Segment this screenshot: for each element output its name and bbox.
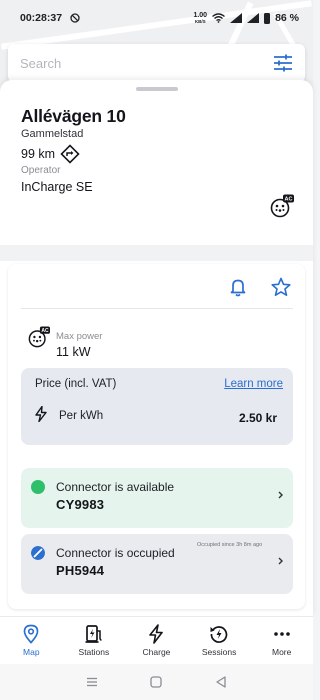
connector-id: CY9983 (56, 497, 105, 512)
connector-status: Connector is available (56, 480, 175, 494)
nav-label: More (271, 647, 292, 657)
details-card: AC Max power 11 kW Price (incl. VAT) Lea… (8, 264, 305, 609)
recent-apps-icon[interactable] (85, 675, 99, 689)
search-input[interactable]: Search (20, 56, 273, 71)
occupied-since: Occupied since 3h 8m ago (197, 542, 263, 548)
max-power-label: Max power (56, 331, 103, 342)
chevron-right-icon (278, 491, 283, 499)
nav-label: Map (23, 647, 40, 657)
battery-icon (264, 12, 271, 24)
nav-item-map[interactable]: Map (0, 617, 63, 664)
charging-station-icon (85, 625, 102, 643)
per-kwh-label: Per kWh (59, 410, 104, 422)
connector-card-occupied[interactable]: Connector is occupied Occupied since 3h … (21, 534, 293, 594)
network-speed: 1.00 KB/S (193, 12, 207, 24)
ac-connector-icon: AC (28, 326, 50, 348)
station-sheet: Allévägen 10 Gammelstad 99 km Operator I… (0, 80, 313, 616)
price-box: Price (incl. VAT) Learn more Per kWh 2.5… (21, 368, 293, 445)
bolt-icon (35, 406, 47, 422)
nav-label: Stations (78, 647, 110, 657)
ac-badge-text: AC (285, 197, 293, 203)
divider (21, 308, 293, 309)
station-distance: 99 km (21, 147, 56, 161)
search-bar[interactable]: Search (8, 44, 305, 82)
nav-label: Sessions (201, 647, 237, 657)
drag-handle[interactable] (136, 87, 178, 91)
status-time: 00:28:37 (20, 12, 63, 24)
distance-row[interactable]: 99 km (21, 144, 80, 164)
signal-icon-2 (247, 13, 260, 23)
connector-id: PH5944 (56, 563, 105, 578)
per-kwh-price: 2.50 kr (238, 411, 277, 425)
star-icon[interactable] (271, 277, 291, 297)
available-status-icon (31, 480, 45, 494)
location-pin-icon (23, 624, 39, 644)
connector-status: Connector is occupied (56, 546, 175, 560)
do-not-disturb-icon (70, 13, 80, 23)
signal-icon (230, 13, 243, 23)
learn-more-link[interactable]: Learn more (224, 378, 283, 390)
ac-connector-icon: AC (270, 194, 294, 218)
nav-item-more[interactable]: More (250, 617, 313, 664)
bell-icon[interactable] (228, 277, 248, 297)
back-icon[interactable] (214, 675, 228, 689)
occupied-status-icon (31, 546, 45, 560)
bottom-navigation: Map Stations Charge Sessions More (0, 616, 313, 664)
connector-card-available[interactable]: Connector is available CY9983 (21, 468, 293, 528)
ac-badge-text: AC (41, 328, 49, 334)
section-separator (0, 245, 313, 261)
bolt-icon (149, 624, 164, 644)
nav-item-charge[interactable]: Charge (125, 617, 188, 664)
more-dots-icon (273, 632, 290, 636)
history-bolt-icon (210, 626, 228, 643)
directions-icon[interactable] (60, 144, 80, 164)
status-bar: 00:28:37 1.00 KB/S 86 % (0, 0, 313, 36)
chevron-right-icon (278, 557, 283, 565)
system-navigation (0, 664, 313, 700)
operator-label: Operator (21, 165, 61, 176)
home-icon[interactable] (149, 675, 163, 689)
network-speed-value: 1.00 (193, 12, 208, 19)
price-title: Price (incl. VAT) (35, 378, 117, 390)
station-name: Allévägen 10 (21, 106, 126, 126)
network-speed-unit: KB/S (194, 19, 206, 24)
station-area: Gammelstad (21, 128, 84, 140)
operator-name: InCharge SE (21, 180, 93, 194)
battery-level: 86 % (275, 12, 299, 24)
nav-item-sessions[interactable]: Sessions (188, 617, 251, 664)
nav-label: Charge (142, 647, 171, 657)
wifi-icon (212, 13, 226, 23)
nav-item-stations[interactable]: Stations (63, 617, 126, 664)
sliders-icon[interactable] (273, 54, 293, 72)
max-power-value: 11 kW (56, 345, 91, 359)
